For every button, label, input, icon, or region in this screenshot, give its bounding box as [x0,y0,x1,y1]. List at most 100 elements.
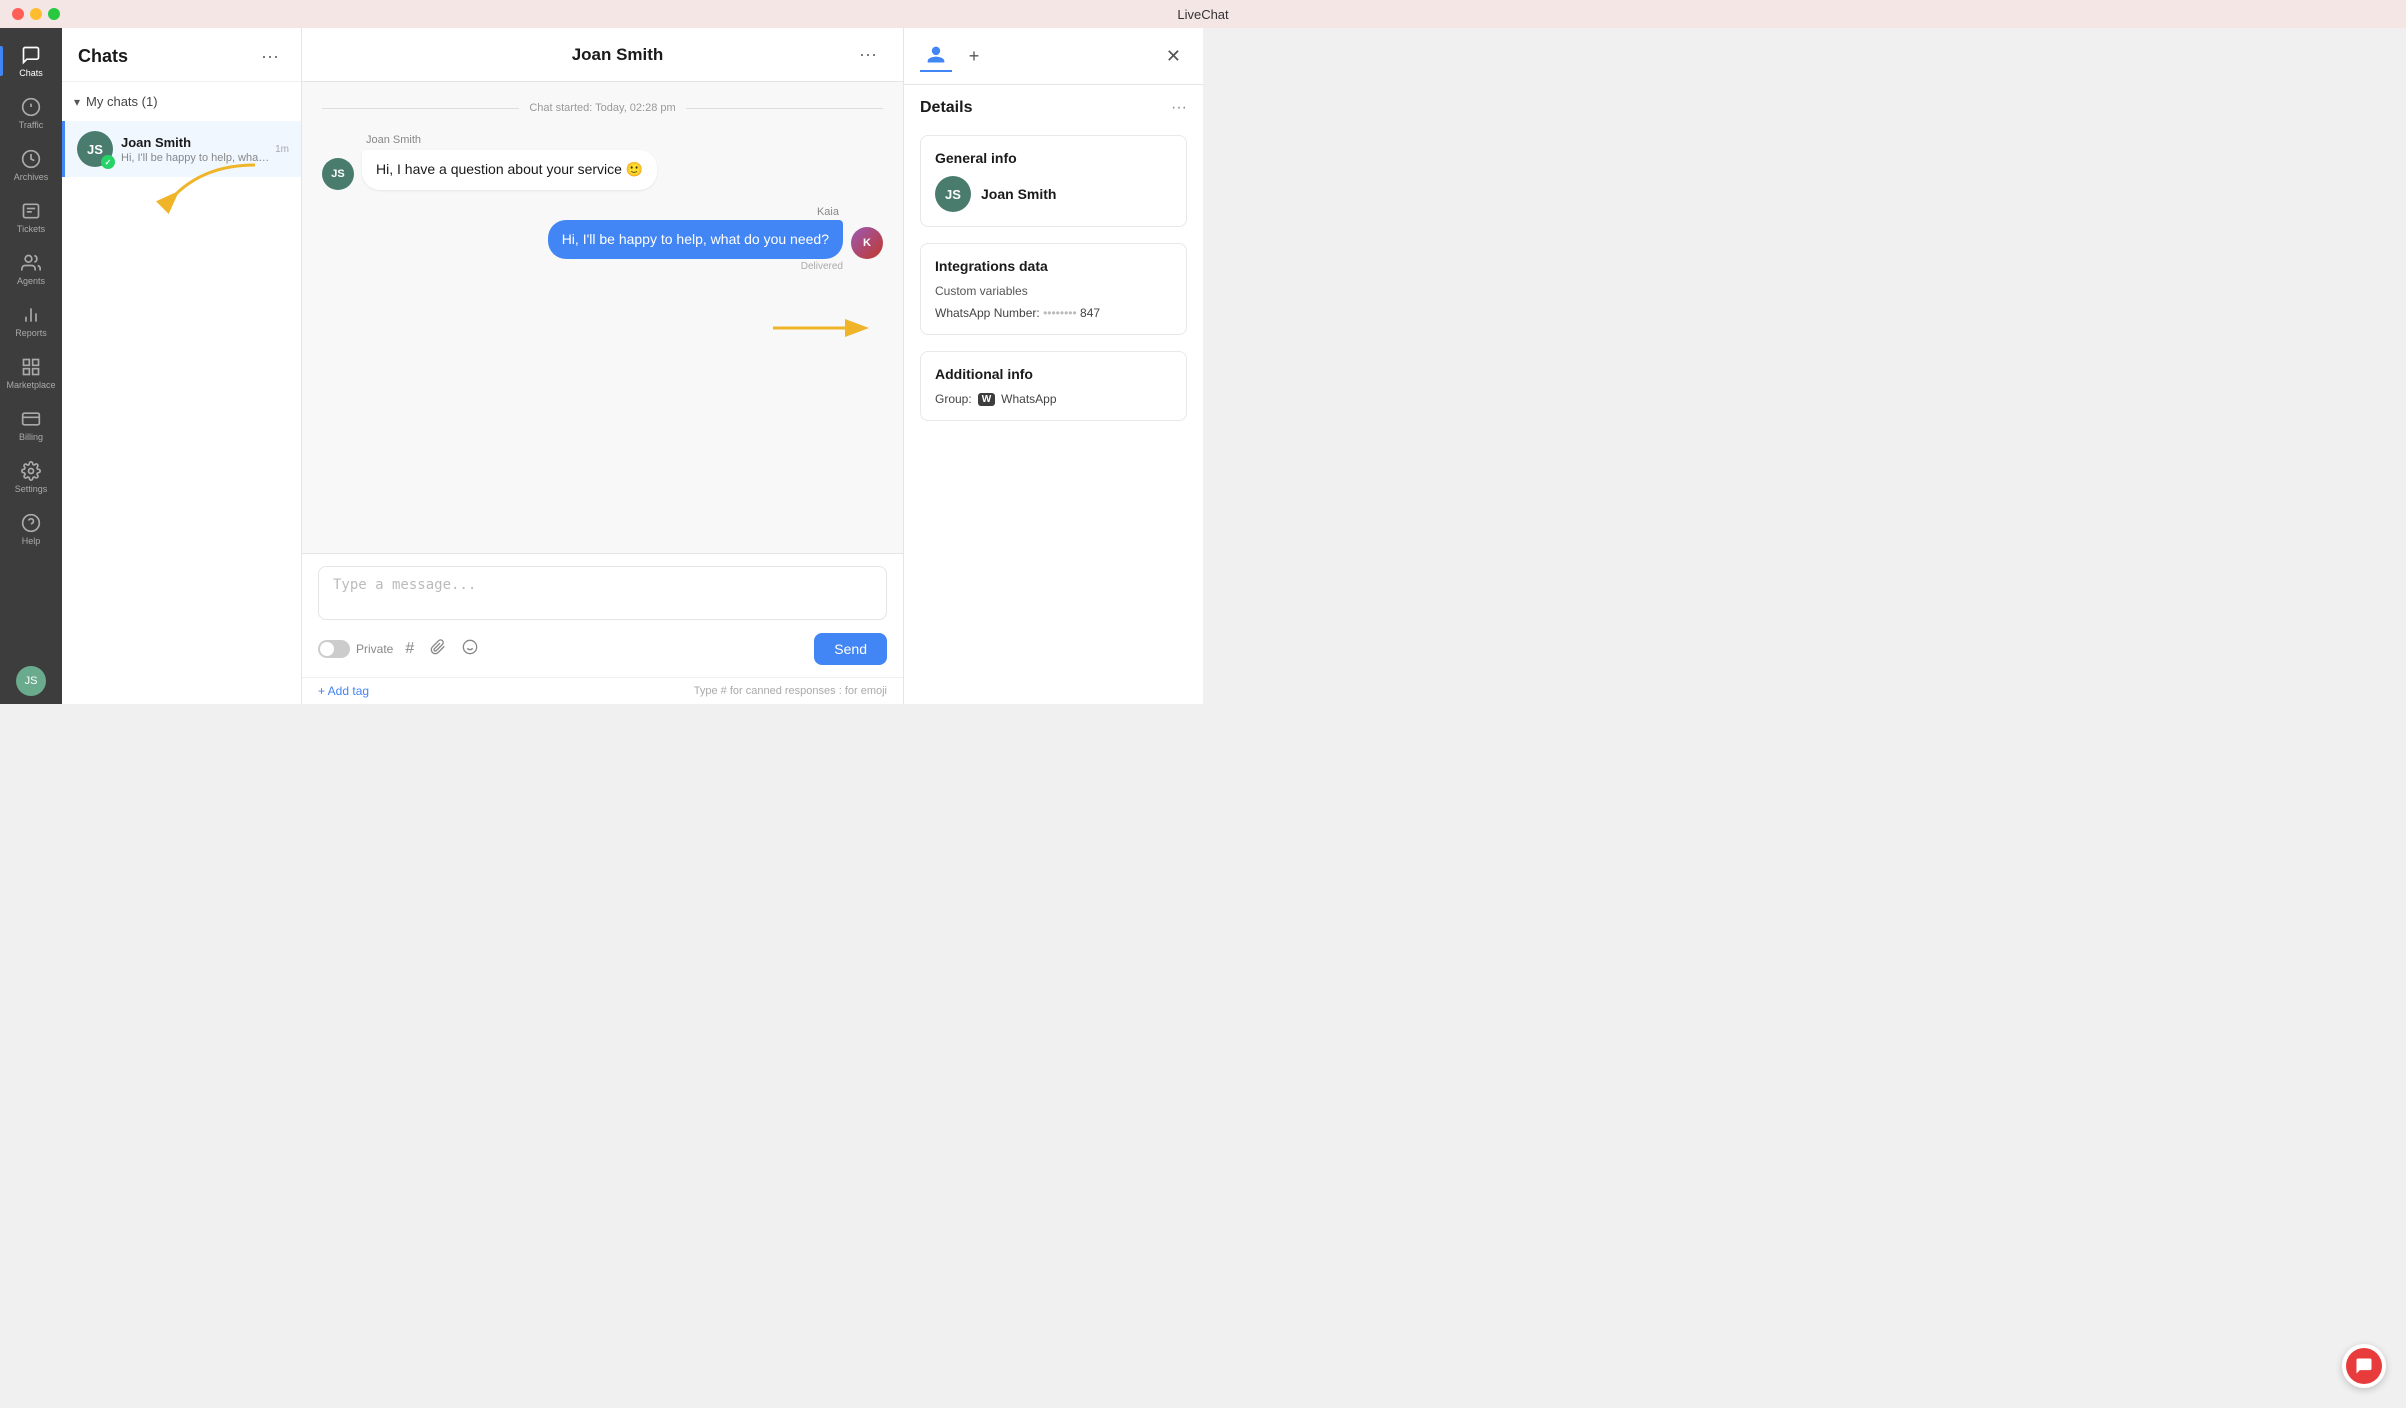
general-info-row: JS Joan Smith [935,176,1172,212]
toggle-knob [320,642,334,656]
integrations-section: Integrations data Custom variables Whats… [920,243,1187,335]
chat-info: Joan Smith Hi, I'll be happy to help, wh… [121,135,271,164]
my-chats-toggle[interactable]: ▾ My chats (1) [74,90,289,113]
whatsapp-suffix: 847 [1080,306,1100,320]
incoming-avatar-initials: JS [331,168,344,180]
general-info-name: Joan Smith [981,186,1056,202]
add-tag-button[interactable]: + Add tag [318,684,369,698]
sidebar-item-marketplace[interactable]: Marketplace [0,348,62,398]
details-panel: + ✕ Details ··· General info JS Joan Smi… [903,28,1203,704]
reports-icon [20,304,42,326]
whatsapp-label: WhatsApp Number: [935,306,1040,320]
send-button[interactable]: Send [814,633,887,665]
settings-icon [20,460,42,482]
sidebar-label-tickets: Tickets [17,224,45,234]
input-toolbar: Private # Send [318,625,887,665]
divider-left [322,108,519,109]
agents-icon [20,252,42,274]
arrow-annotation-area [322,308,883,368]
sidebar-label-reports: Reports [15,328,47,338]
general-info-avatar: JS [935,176,971,212]
chat-header-contact-name: Joan Smith [572,45,664,65]
hashtag-button[interactable]: # [401,636,418,662]
general-info-section: General info JS Joan Smith [920,135,1187,227]
sidebar-item-agents[interactable]: Agents [0,244,62,294]
marketplace-icon [20,356,42,378]
window-maximize-button[interactable] [48,8,60,20]
app-title: LiveChat [1177,7,1228,22]
add-panel-button[interactable]: + [960,42,988,70]
details-title: Details [920,99,972,117]
sidebar-item-help[interactable]: Help [0,504,62,554]
chat-contact-name: Joan Smith [121,135,271,150]
chat-list-header: Chats ··· [62,28,301,82]
incoming-avatar: JS [322,158,354,190]
chat-header-menu-button[interactable]: ··· [853,42,883,67]
my-chats-label: My chats (1) [86,94,158,109]
outgoing-bubble: Hi, I'll be happy to help, what do you n… [548,220,843,260]
help-icon [20,512,42,534]
message-row-outgoing: K Hi, I'll be happy to help, what do you… [322,220,883,260]
sidebar-item-settings[interactable]: Settings [0,452,62,502]
details-more-button[interactable]: ··· [1171,99,1187,117]
sidebar-item-reports[interactable]: Reports [0,296,62,346]
whatsapp-field: WhatsApp Number: •••••••• 847 [935,306,1172,320]
footer-hint: Type # for canned responses : for emoji [694,685,887,697]
private-label: Private [356,642,393,656]
integrations-title: Integrations data [935,258,1172,274]
user-avatar[interactable]: JS [16,666,46,696]
chat-list-item[interactable]: JS ✓ Joan Smith Hi, I'll be happy to hel… [62,121,301,177]
sidebar-label-billing: Billing [19,432,43,442]
additional-info-row: Group: W WhatsApp [935,392,1172,406]
whatsapp-badge-icon: ✓ [101,155,115,169]
incoming-bubble: Hi, I have a question about your service… [362,150,657,190]
chat-messages: Chat started: Today, 02:28 pm Joan Smith… [302,82,903,553]
emoji-button[interactable] [458,635,482,664]
sidebar-item-archives[interactable]: Archives [0,140,62,190]
window-minimize-button[interactable] [30,8,42,20]
message-status: Delivered [322,261,843,272]
details-close-button[interactable]: ✕ [1160,44,1187,69]
sidebar-label-settings: Settings [15,484,48,494]
sidebar-label-traffic: Traffic [19,120,44,130]
toggle-arrow-icon: ▾ [74,95,80,109]
message-input[interactable] [318,566,887,620]
additional-info-title: Additional info [935,366,1172,382]
group-name: WhatsApp [1001,392,1056,406]
chat-avatar: JS ✓ [77,131,113,167]
tickets-icon [20,200,42,222]
chat-header: Joan Smith ··· [302,28,903,82]
sidebar-label-agents: Agents [17,276,45,286]
chats-icon [20,44,42,66]
sidebar-item-traffic[interactable]: Traffic [0,88,62,138]
chat-avatar-initials: JS [87,142,103,157]
message-group-incoming: Joan Smith JS Hi, I have a question abou… [322,134,883,190]
whatsapp-group-badge: W [978,393,995,406]
sidebar-label-marketplace: Marketplace [6,380,55,390]
chat-input-area: Private # Send [302,553,903,677]
sidebar-item-chats[interactable]: Chats [0,36,62,86]
window-controls[interactable] [12,8,60,20]
outgoing-sender-label: Kaia [322,206,839,218]
sidebar-label-help: Help [22,536,41,546]
sidebar-item-billing[interactable]: Billing [0,400,62,450]
custom-variables-label: Custom variables [935,284,1172,298]
agent-avatar: K [851,227,883,259]
window-close-button[interactable] [12,8,24,20]
main-layout: Chats Traffic Archives Tickets [0,28,1203,704]
general-info-avatar-initials: JS [945,187,961,202]
incoming-sender-label: Joan Smith [366,134,883,146]
private-toggle[interactable] [318,640,350,658]
sidebar-item-tickets[interactable]: Tickets [0,192,62,242]
billing-icon [20,408,42,430]
active-indicator [0,46,3,76]
attachment-button[interactable] [426,635,450,664]
sidebar-label-archives: Archives [14,172,49,182]
my-chats-section: ▾ My chats (1) [62,82,301,121]
details-panel-header: + ✕ [904,28,1203,85]
support-icon [2346,1348,2382,1384]
chat-list-menu-button[interactable]: ··· [255,44,285,69]
contact-icon[interactable] [920,40,952,72]
chat-preview-text: Hi, I'll be happy to help, what do ... [121,152,271,164]
support-button[interactable] [2342,1344,2386,1388]
